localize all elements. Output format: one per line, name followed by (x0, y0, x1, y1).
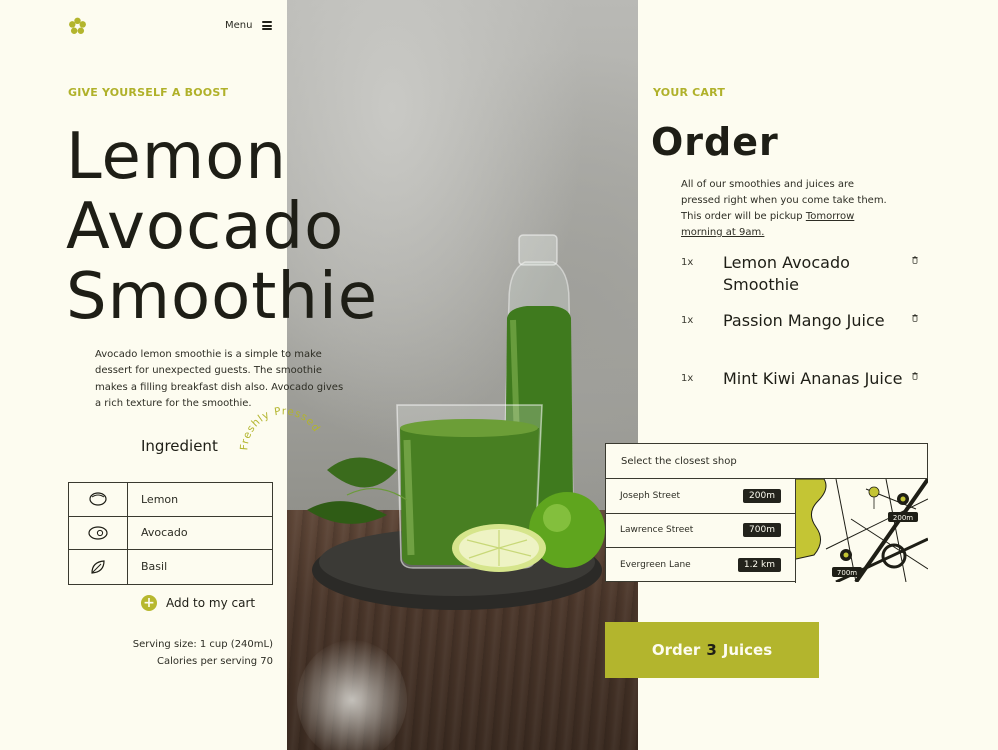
order-description: All of our smoothies and juices are pres… (681, 177, 896, 241)
lemon-icon (69, 483, 128, 516)
trash-icon[interactable] (908, 368, 922, 380)
shop-distance: 1.2 km (737, 558, 781, 573)
add-to-cart-label: Add to my cart (166, 596, 256, 610)
avocado-icon (69, 516, 128, 549)
plus-icon: + (141, 595, 157, 611)
shop-option[interactable]: Joseph Street 200m (606, 479, 796, 514)
shop-distance: 200m (743, 488, 781, 503)
shop-selector-heading: Select the closest shop (606, 444, 927, 479)
cart-item-name: Lemon Avocado Smoothie (723, 253, 850, 294)
title-line: Avocado (66, 190, 345, 264)
add-to-cart-button[interactable]: + Add to my cart (141, 595, 255, 611)
map-label: 200m (893, 514, 913, 522)
menu-button[interactable]: Menu (225, 20, 273, 31)
badge-text: Freshly Pressed (238, 405, 321, 450)
serving-size: Serving size: 1 cup (240mL) (132, 639, 273, 650)
flower-logo-icon[interactable] (68, 17, 87, 36)
nutrition-info: Serving size: 1 cup (240mL) Calories per… (120, 637, 273, 670)
shop-selector: Select the closest shop Joseph Street 20… (605, 443, 928, 583)
order-title: Order (651, 120, 779, 164)
title-line: Smoothie (66, 260, 379, 334)
title-line: Lemon (66, 120, 287, 194)
ingredient-name: Basil (141, 560, 168, 574)
cart-item-qty: 1x (681, 257, 694, 268)
ingredient-name: Avocado (141, 526, 188, 540)
product-title: Lemon Avocado Smoothie (66, 122, 536, 332)
hamburger-icon (262, 21, 273, 30)
trash-icon[interactable] (908, 252, 922, 264)
calories: Calories per serving 70 (157, 655, 273, 667)
menu-label: Menu (225, 20, 253, 31)
svg-text:Freshly Pressed: Freshly Pressed (238, 405, 322, 450)
cart-item-qty: 1x (681, 315, 694, 326)
order-button-prefix: Order (651, 641, 701, 659)
trash-icon[interactable] (908, 310, 922, 322)
ingredient-row: Basil (69, 550, 272, 584)
shop-distance: 700m (743, 523, 781, 538)
map-graphic: 200m 700m (796, 479, 928, 582)
cart-item: 1x Passion Mango Juice (681, 310, 941, 332)
shop-option[interactable]: Lawrence Street 700m (606, 513, 796, 548)
shop-list: Joseph Street 200m Lawrence Street 700m … (606, 479, 796, 583)
ingredient-heading: Ingredient (141, 437, 218, 455)
freshly-pressed-badge: Freshly Pressed (238, 405, 322, 450)
product-eyebrow: GIVE YOURSELF A BOOST (68, 86, 229, 99)
cart-item-name: Passion Mango Juice (723, 311, 885, 330)
order-button-count: 3 (706, 641, 717, 659)
ingredient-row: Avocado (69, 516, 272, 550)
shop-name: Lawrence Street (620, 525, 694, 536)
cart-item: 1x Lemon Avocado Smoothie (681, 252, 941, 296)
basil-leaf-icon (69, 550, 128, 584)
order-button-suffix: Juices (722, 641, 773, 659)
page: Menu GIVE YOURSELF A BOOST Lemon Avocado… (0, 0, 998, 750)
cart-item-name: Mint Kiwi Ananas Juice (723, 369, 903, 388)
order-description-text: All of our smoothies and juices are pres… (681, 179, 887, 222)
order-button[interactable]: Order 3 Juices (605, 622, 819, 678)
cart-item-qty: 1x (681, 373, 694, 384)
cart-eyebrow: YOUR CART (653, 86, 726, 99)
map-label: 700m (837, 569, 857, 577)
shop-option[interactable]: Evergreen Lane 1.2 km (606, 548, 796, 583)
shop-name: Joseph Street (620, 490, 681, 501)
shop-name: Evergreen Lane (620, 560, 691, 571)
cart-item: 1x Mint Kiwi Ananas Juice (681, 368, 941, 390)
shop-map[interactable]: 200m 700m (796, 479, 928, 582)
